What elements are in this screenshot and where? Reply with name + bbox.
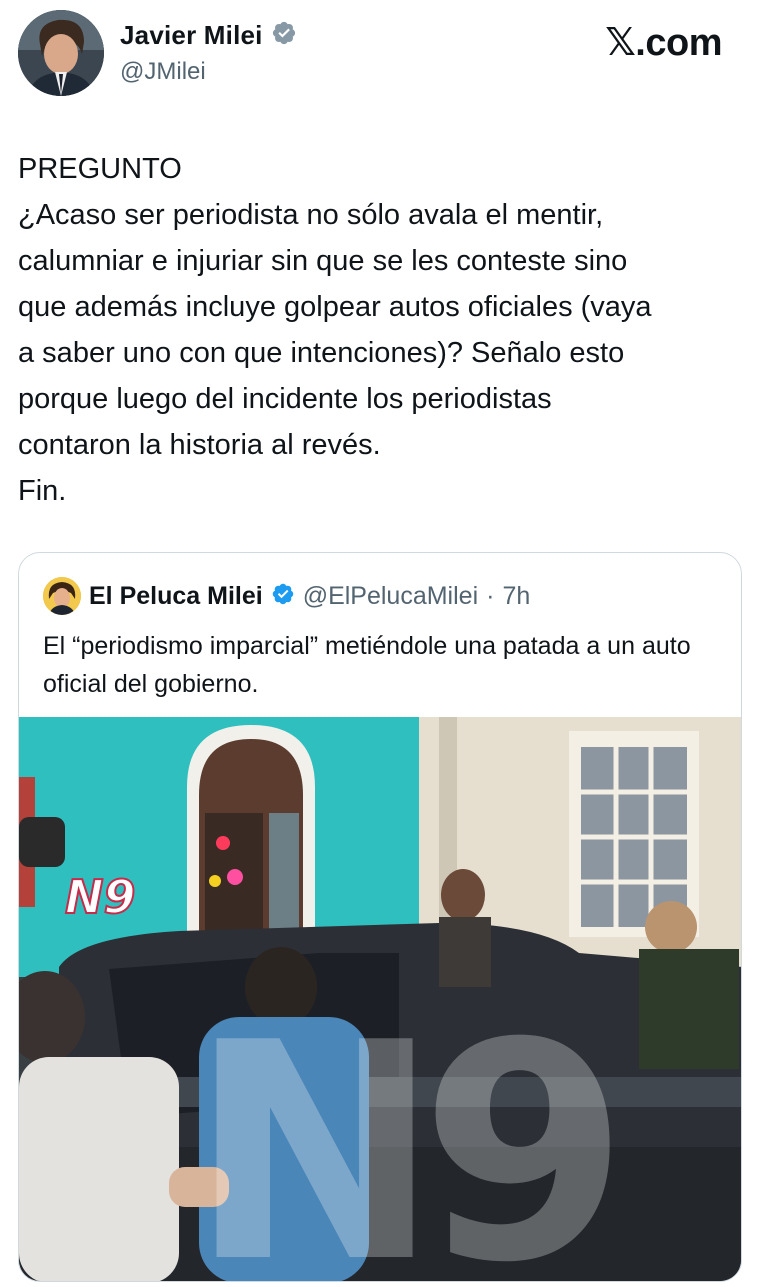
- tweet-header: Javier Milei @JMilei 𝕏.com: [18, 10, 742, 100]
- quoted-tweet[interactable]: El Peluca Milei @ElPelucaMilei · 7h El “…: [18, 552, 742, 1282]
- quoted-video-thumbnail[interactable]: N9 N9: [19, 717, 741, 1282]
- x-logo-brand: 𝕏.com: [605, 22, 722, 64]
- verified-badge-icon: [271, 582, 295, 611]
- author-avatar-image: [18, 10, 104, 96]
- video-frame-image: N9 N9: [19, 717, 741, 1282]
- tweet-text: PREGUNTO ¿Acaso ser periodista no sólo a…: [18, 153, 652, 507]
- author-name-row: Javier Milei: [120, 20, 297, 51]
- quoted-avatar-image: [43, 577, 81, 615]
- quoted-avatar[interactable]: [43, 577, 81, 615]
- author-handle[interactable]: @JMilei: [120, 58, 206, 86]
- quoted-text: El “periodismo imparcial” metiéndole una…: [43, 632, 691, 698]
- quoted-display-name[interactable]: El Peluca Milei: [89, 582, 263, 611]
- quoted-handle[interactable]: @ElPelucaMilei: [303, 582, 478, 611]
- watermark-n9-small: N9: [65, 870, 136, 924]
- author-display-name[interactable]: Javier Milei: [120, 20, 263, 51]
- verified-badge-icon: [271, 20, 297, 51]
- quoted-header: El Peluca Milei @ElPelucaMilei · 7h: [43, 577, 530, 615]
- watermark-n9-large: N9: [189, 979, 612, 1282]
- author-avatar[interactable]: [18, 10, 104, 96]
- quoted-separator: ·: [486, 581, 495, 610]
- quoted-timestamp[interactable]: 7h: [502, 582, 530, 611]
